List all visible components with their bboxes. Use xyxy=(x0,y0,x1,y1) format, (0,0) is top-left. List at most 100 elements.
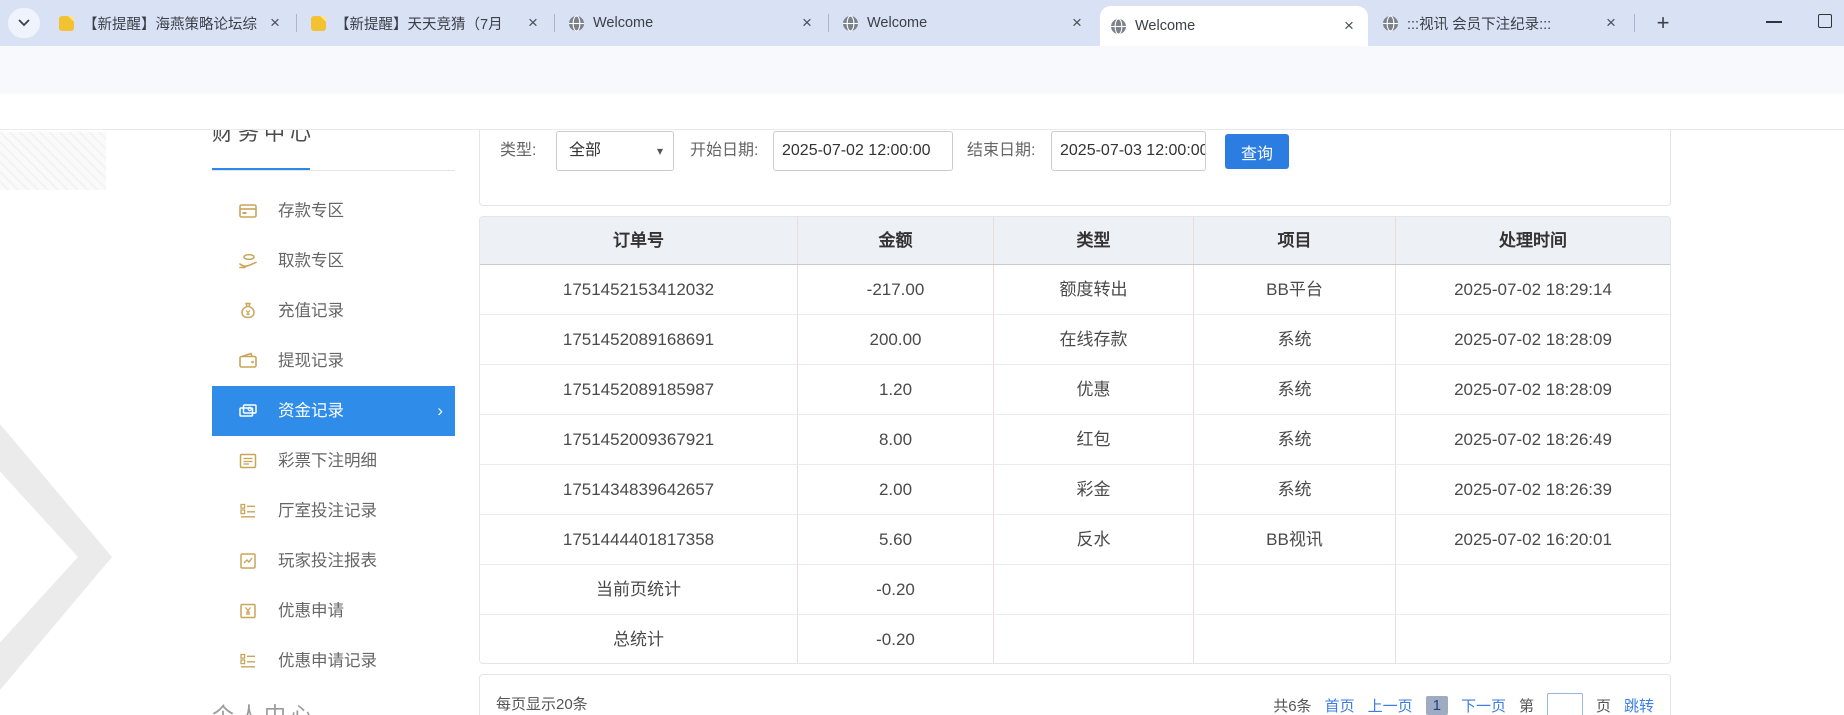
browser-tab-6[interactable]: :::视讯 会员下注纪录::: × xyxy=(1372,0,1630,46)
chevron-right-icon: › xyxy=(437,386,443,436)
sidebar-item-promo-apply[interactable]: 优惠申请 xyxy=(212,586,455,636)
sidebar-item-withdraw-zone[interactable]: 取款专区 xyxy=(212,236,455,286)
cell-amount: 2.00 xyxy=(797,465,993,514)
window-minimize-button[interactable] xyxy=(1766,21,1782,23)
browser-tab-4[interactable]: Welcome × xyxy=(832,0,1096,46)
cell-type: 在线存款 xyxy=(993,315,1193,364)
tab-title: Welcome xyxy=(867,15,1060,31)
end-date-input[interactable] xyxy=(1051,131,1206,171)
tab-separator xyxy=(296,14,297,32)
money-bag-icon xyxy=(238,301,258,321)
cell-project: 系统 xyxy=(1193,315,1395,364)
browser-toolbar: js13.cc/hhcp/usercenter.html?iniType=6 xyxy=(0,46,1844,94)
records-table: 订单号 金额 类型 项目 处理时间 1751452153412032 -217.… xyxy=(479,216,1671,664)
sidebar-item-player-bet-report[interactable]: 玩家投注报表 xyxy=(212,536,455,586)
col-header-type: 类型 xyxy=(993,217,1193,264)
chevron-down-icon xyxy=(18,19,30,27)
background-triangle-inner xyxy=(0,454,78,660)
sidebar-item-lottery-bet-details[interactable]: 彩票下注明细 xyxy=(212,436,455,486)
browser-tab-1[interactable]: 【新提醒】海燕策略论坛综 × xyxy=(48,0,294,46)
sidebar-item-withdrawal-records[interactable]: 提现记录 xyxy=(212,336,455,386)
cell-order-no: 1751434839642657 xyxy=(480,465,797,514)
table-summary-row-total: 总统计 -0.20 xyxy=(480,615,1670,664)
cell-order-no: 1751444401817358 xyxy=(480,515,797,564)
background-pattern xyxy=(0,132,106,190)
col-header-project: 项目 xyxy=(1193,217,1395,264)
list-bullets-icon xyxy=(238,501,258,521)
total-count: 共6条 xyxy=(1273,695,1311,715)
col-header-amount: 金额 xyxy=(797,217,993,264)
browser-tab-3[interactable]: Welcome × xyxy=(558,0,826,46)
table-row: 1751452089185987 1.20 优惠 系统 2025-07-02 1… xyxy=(480,365,1670,415)
cell-time: 2025-07-02 18:29:14 xyxy=(1395,265,1670,314)
first-page-link[interactable]: 首页 xyxy=(1325,695,1355,715)
cell-amount: 5.60 xyxy=(797,515,993,564)
goto-page-input[interactable] xyxy=(1547,693,1583,715)
tab-close-icon[interactable]: × xyxy=(1068,13,1086,33)
cell-summary-label: 总统计 xyxy=(480,615,797,664)
table-row: 1751452153412032 -217.00 额度转出 BB平台 2025-… xyxy=(480,265,1670,315)
yellow-doc-favicon xyxy=(310,15,327,32)
cell-time: 2025-07-02 18:26:39 xyxy=(1395,465,1670,514)
sidebar-divider xyxy=(212,170,455,171)
pagination-panel: 每页显示20条 共6条 首页 上一页 1 下一页 第 页 跳转 xyxy=(479,674,1671,715)
sidebar-item-promo-apply-records[interactable]: 优惠申请记录 xyxy=(212,636,455,686)
banknotes-icon xyxy=(238,401,258,421)
tab-close-icon[interactable]: × xyxy=(1340,16,1358,36)
sidebar-item-fund-records[interactable]: 资金记录 › xyxy=(212,386,455,436)
cell-project: BB平台 xyxy=(1193,265,1395,314)
start-date-input[interactable] xyxy=(773,131,953,171)
cell-order-no: 1751452153412032 xyxy=(480,265,797,314)
sidebar-item-recharge-records[interactable]: 充值记录 xyxy=(212,286,455,336)
globe-favicon xyxy=(1382,15,1399,32)
cell-time: 2025-07-02 16:20:01 xyxy=(1395,515,1670,564)
tab-title: 【新提醒】天天竞猜（7月 xyxy=(335,13,516,34)
cell-type: 红包 xyxy=(993,415,1193,464)
table-row: 1751444401817358 5.60 反水 BB视讯 2025-07-02… xyxy=(480,515,1670,565)
window-maximize-button[interactable] xyxy=(1818,14,1832,28)
browser-tab-2[interactable]: 【新提醒】天天竞猜（7月 × xyxy=(300,0,552,46)
globe-favicon xyxy=(842,15,859,32)
coupon-icon xyxy=(238,601,258,621)
chevron-down-icon: ▾ xyxy=(657,132,663,170)
cell-type: 额度转出 xyxy=(993,265,1193,314)
cell-amount: 200.00 xyxy=(797,315,993,364)
wallet-icon xyxy=(238,351,258,371)
sidebar-item-room-bet-records[interactable]: 厅室投注记录 xyxy=(212,486,455,536)
tab-close-icon[interactable]: × xyxy=(266,13,284,33)
type-select[interactable]: 全部 ▾ xyxy=(556,131,674,171)
goto-label-post: 页 xyxy=(1596,695,1611,715)
type-label: 类型: xyxy=(500,131,536,171)
sidebar-item-deposit-zone[interactable]: 存款专区 xyxy=(212,186,455,236)
tab-title: :::视讯 会员下注纪录::: xyxy=(1407,13,1594,34)
cell-amount: 1.20 xyxy=(797,365,993,414)
col-header-time: 处理时间 xyxy=(1395,217,1670,264)
cell-order-no: 1751452089168691 xyxy=(480,315,797,364)
prev-page-link[interactable]: 上一页 xyxy=(1368,695,1413,715)
cell-amount: -217.00 xyxy=(797,265,993,314)
goto-button[interactable]: 跳转 xyxy=(1624,695,1654,715)
tab-title: Welcome xyxy=(593,15,790,31)
page-size-label: 每页显示20条 xyxy=(496,689,588,715)
tab-close-icon[interactable]: × xyxy=(1602,13,1620,33)
start-date-label: 开始日期: xyxy=(690,131,758,171)
hand-money-icon xyxy=(238,251,258,271)
table-row: 1751452009367921 8.00 红包 系统 2025-07-02 1… xyxy=(480,415,1670,465)
filter-panel: 类型: 全部 ▾ 开始日期: 结束日期: 查询 xyxy=(479,130,1671,206)
query-button[interactable]: 查询 xyxy=(1225,134,1289,169)
browser-tab-5-active[interactable]: Welcome × xyxy=(1100,6,1368,46)
tab-title: 【新提醒】海燕策略论坛综 xyxy=(83,13,258,34)
tab-separator xyxy=(554,14,555,32)
new-tab-button[interactable]: + xyxy=(1648,8,1678,38)
globe-favicon xyxy=(568,15,585,32)
globe-favicon xyxy=(1110,18,1127,35)
tab-close-icon[interactable]: × xyxy=(524,13,542,33)
table-row: 1751452089168691 200.00 在线存款 系统 2025-07-… xyxy=(480,315,1670,365)
end-date-label: 结束日期: xyxy=(967,131,1035,171)
tab-strip: 【新提醒】海燕策略论坛综 × 【新提醒】天天竞猜（7月 × Welcome × … xyxy=(0,0,1844,46)
sidebar-section-personal-center: 个人中心 xyxy=(212,698,316,715)
next-page-link[interactable]: 下一页 xyxy=(1461,695,1506,715)
tab-close-icon[interactable]: × xyxy=(798,13,816,33)
cell-time: 2025-07-02 18:28:09 xyxy=(1395,365,1670,414)
tab-search-button[interactable] xyxy=(8,8,40,38)
